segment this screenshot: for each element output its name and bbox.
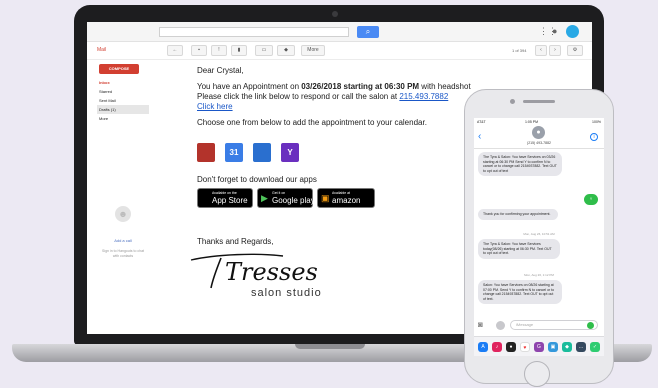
heart-drawer-icon[interactable]: ♥ bbox=[520, 342, 530, 352]
amazon-icon: ▣ bbox=[321, 193, 330, 203]
message-bubble-incoming: The Tyra & Salon: You have Services toda… bbox=[478, 239, 560, 259]
salon-phone-link[interactable]: 215.493.7882 bbox=[399, 92, 448, 101]
settings-button[interactable]: ⚙ bbox=[567, 45, 583, 56]
send-icon[interactable] bbox=[587, 322, 594, 329]
search-icon: ⌕ bbox=[365, 27, 371, 36]
message-timestamp: Mon, Aug 26, 10:51 AM bbox=[523, 232, 555, 236]
message-timestamp: Mon, Aug 26, 1:12 PM bbox=[524, 273, 554, 277]
next-page-button[interactable]: › bbox=[549, 45, 561, 56]
compose-button[interactable]: COMPOSE bbox=[99, 64, 139, 74]
message-input-row: ◙ iMessage bbox=[474, 318, 604, 332]
yahoo-calendar-icon[interactable]: Y bbox=[281, 143, 299, 162]
extra-drawer-icon[interactable]: ✓ bbox=[590, 342, 600, 352]
email-signoff: Thanks and Regards, bbox=[197, 237, 274, 246]
pagination-text: 1 of 394 bbox=[512, 48, 527, 53]
message-bubble-outgoing: Y bbox=[584, 194, 598, 205]
more-apps-drawer-icon[interactable]: … bbox=[576, 342, 586, 352]
phone-speaker bbox=[523, 100, 555, 103]
report-button[interactable]: ! bbox=[211, 45, 227, 56]
outlook-calendar-icon[interactable] bbox=[253, 143, 271, 162]
google-play-badge[interactable]: ▶ Get it on Google play bbox=[257, 188, 315, 208]
message-bubble-incoming: The Tyra & Salon: You have Services on 0… bbox=[478, 152, 562, 177]
archive-button[interactable]: ▪ bbox=[191, 45, 207, 56]
play-icon: ▶ bbox=[261, 193, 268, 203]
gif-drawer-icon[interactable]: G bbox=[534, 342, 544, 352]
mail-label[interactable]: Mail bbox=[97, 47, 106, 53]
home-button[interactable] bbox=[524, 361, 550, 387]
sidebar-item-sent[interactable]: Sent Mail bbox=[97, 96, 149, 105]
imessage-app-drawer: A ♪ ● ♥ G ▣ ◆ … ✓ bbox=[474, 336, 604, 356]
calendar-red-icon[interactable] bbox=[197, 143, 215, 162]
labels-button[interactable]: ◆ bbox=[277, 45, 295, 56]
imessage-input[interactable]: iMessage bbox=[510, 320, 598, 330]
app-store-badge[interactable]: Available on the App Store bbox=[197, 188, 253, 208]
hangouts-signin-text[interactable]: Sign in to Hangouts to chat with contact… bbox=[101, 249, 145, 258]
logo-subtitle-text: salon studio bbox=[251, 287, 322, 299]
sidebar-item-inbox[interactable]: Inbox bbox=[97, 78, 149, 87]
carrier-text: AT&T bbox=[477, 120, 486, 124]
sidebar-item-starred[interactable]: Starred bbox=[97, 87, 149, 96]
email-greeting: Dear Crystal, bbox=[197, 66, 244, 75]
amazon-big-text: amazon bbox=[332, 196, 361, 205]
more-button[interactable]: More bbox=[301, 45, 325, 56]
appointment-datetime: 03/26/2018 starting at 06:30 PM bbox=[301, 82, 420, 91]
search-input[interactable] bbox=[159, 27, 349, 37]
google-calendar-icon[interactable]: 31 bbox=[225, 143, 243, 162]
laptop-camera bbox=[332, 11, 338, 17]
move-to-button[interactable]: ▭ bbox=[255, 45, 273, 56]
google-play-big-text: Google play bbox=[272, 196, 315, 205]
message-bubble-incoming: Thank you for confirming your appointmen… bbox=[478, 209, 558, 220]
app-store-icon[interactable] bbox=[496, 321, 505, 330]
notifications-icon[interactable]: ● bbox=[552, 26, 557, 36]
back-chevron-icon[interactable]: ‹ bbox=[478, 132, 481, 142]
google-play-small-text: Get it on bbox=[272, 191, 286, 195]
logo-script-text: Tresses bbox=[225, 258, 318, 286]
back-button[interactable]: ← bbox=[167, 45, 183, 56]
gmail-toolbar: Mail ← ▪ ! ▮ ▭ ◆ More 1 of 394 ‹ › ⚙ bbox=[87, 42, 592, 60]
appointment-prefix: You have an Appointment on bbox=[197, 82, 302, 91]
sidebar-item-drafts[interactable]: Drafts (1) bbox=[97, 105, 149, 114]
laptop-notch bbox=[295, 344, 365, 349]
status-time: 1:05 PM bbox=[525, 120, 539, 124]
status-bar: AT&T 1:05 PM 100% bbox=[477, 120, 601, 125]
messages-app: AT&T 1:05 PM 100% ‹ ● (215) 493-7882 i T… bbox=[474, 118, 604, 356]
hangouts-icon: ☻ bbox=[115, 206, 131, 222]
app-store-big-text: App Store bbox=[212, 196, 248, 205]
maps-drawer-icon[interactable]: ◆ bbox=[562, 342, 572, 352]
app-store-drawer-icon[interactable]: A bbox=[478, 342, 488, 352]
message-bubble-incoming: Salon: You have Services on 08/26 starti… bbox=[478, 280, 562, 305]
delete-button[interactable]: ▮ bbox=[231, 45, 247, 56]
amazon-small-text: Available at bbox=[332, 191, 351, 195]
contact-number: (215) 493-7882 bbox=[527, 141, 551, 145]
prev-page-button[interactable]: ‹ bbox=[535, 45, 547, 56]
phone-front-camera bbox=[510, 99, 515, 104]
music-drawer-icon[interactable]: ♪ bbox=[492, 342, 502, 352]
battery-text: 100% bbox=[592, 120, 601, 124]
respond-prefix: Please click the link below to respond o… bbox=[197, 92, 400, 101]
avatar[interactable] bbox=[566, 25, 579, 38]
amazon-badge[interactable]: ▣ Available at amazon bbox=[317, 188, 375, 208]
app-store-small-text: Available on the bbox=[212, 191, 237, 195]
header-divider bbox=[474, 148, 604, 149]
search-button[interactable]: ⌕ bbox=[357, 26, 379, 38]
gmail-header: ⌕ ⋮⋮ ● bbox=[87, 22, 592, 42]
contact-avatar[interactable]: ● bbox=[532, 126, 545, 139]
tresses-logo: Tresses salon studio bbox=[190, 253, 322, 299]
stickers-drawer-icon[interactable]: ● bbox=[506, 342, 516, 352]
appointment-suffix: with headshot bbox=[419, 82, 471, 91]
gmail-sidebar: COMPOSE Inbox Starred Sent Mail Drafts (… bbox=[87, 60, 153, 334]
gear-icon: ⚙ bbox=[572, 47, 578, 53]
camera-icon[interactable]: ◙ bbox=[478, 320, 483, 330]
info-icon[interactable]: i bbox=[590, 133, 598, 141]
sidebar-item-more[interactable]: More bbox=[97, 114, 149, 123]
hangouts-add-call-link[interactable]: Add a call bbox=[103, 238, 143, 243]
photos-drawer-icon[interactable]: ▣ bbox=[548, 342, 558, 352]
